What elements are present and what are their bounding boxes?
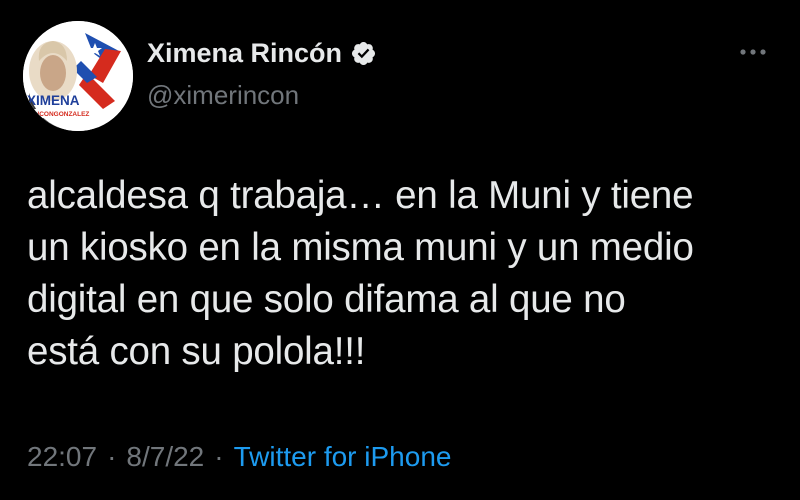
avatar-logo-subtext: RINCONGONZALEZ [28, 111, 89, 118]
author-name-row[interactable]: Ximena Rincón [147, 38, 377, 69]
more-options-button[interactable] [736, 40, 770, 64]
tweet-card: XIMENA RINCONGONZALEZ Ximena Rincón @xim… [0, 0, 800, 500]
ellipsis-icon [740, 49, 766, 55]
meta-separator: · [214, 441, 224, 472]
user-handle[interactable]: @ximerincon [147, 80, 299, 111]
tweet-date[interactable]: 8/7/22 [126, 441, 204, 473]
verified-badge-icon [350, 40, 377, 67]
display-name[interactable]: Ximena Rincón [147, 38, 342, 69]
tweet-source-link[interactable]: Twitter for iPhone [234, 441, 452, 473]
avatar-image: XIMENA RINCONGONZALEZ [23, 21, 133, 131]
tweet-text: alcaldesa q trabaja… en la Muni y tiene … [27, 174, 694, 373]
tweet-time[interactable]: 22:07 [27, 441, 97, 473]
avatar[interactable]: XIMENA RINCONGONZALEZ [23, 21, 133, 131]
tweet-metadata: 22:07 · 8/7/22 · Twitter for iPhone [27, 441, 451, 473]
meta-separator: · [107, 441, 117, 472]
avatar-logo-text: XIMENA [27, 93, 80, 108]
